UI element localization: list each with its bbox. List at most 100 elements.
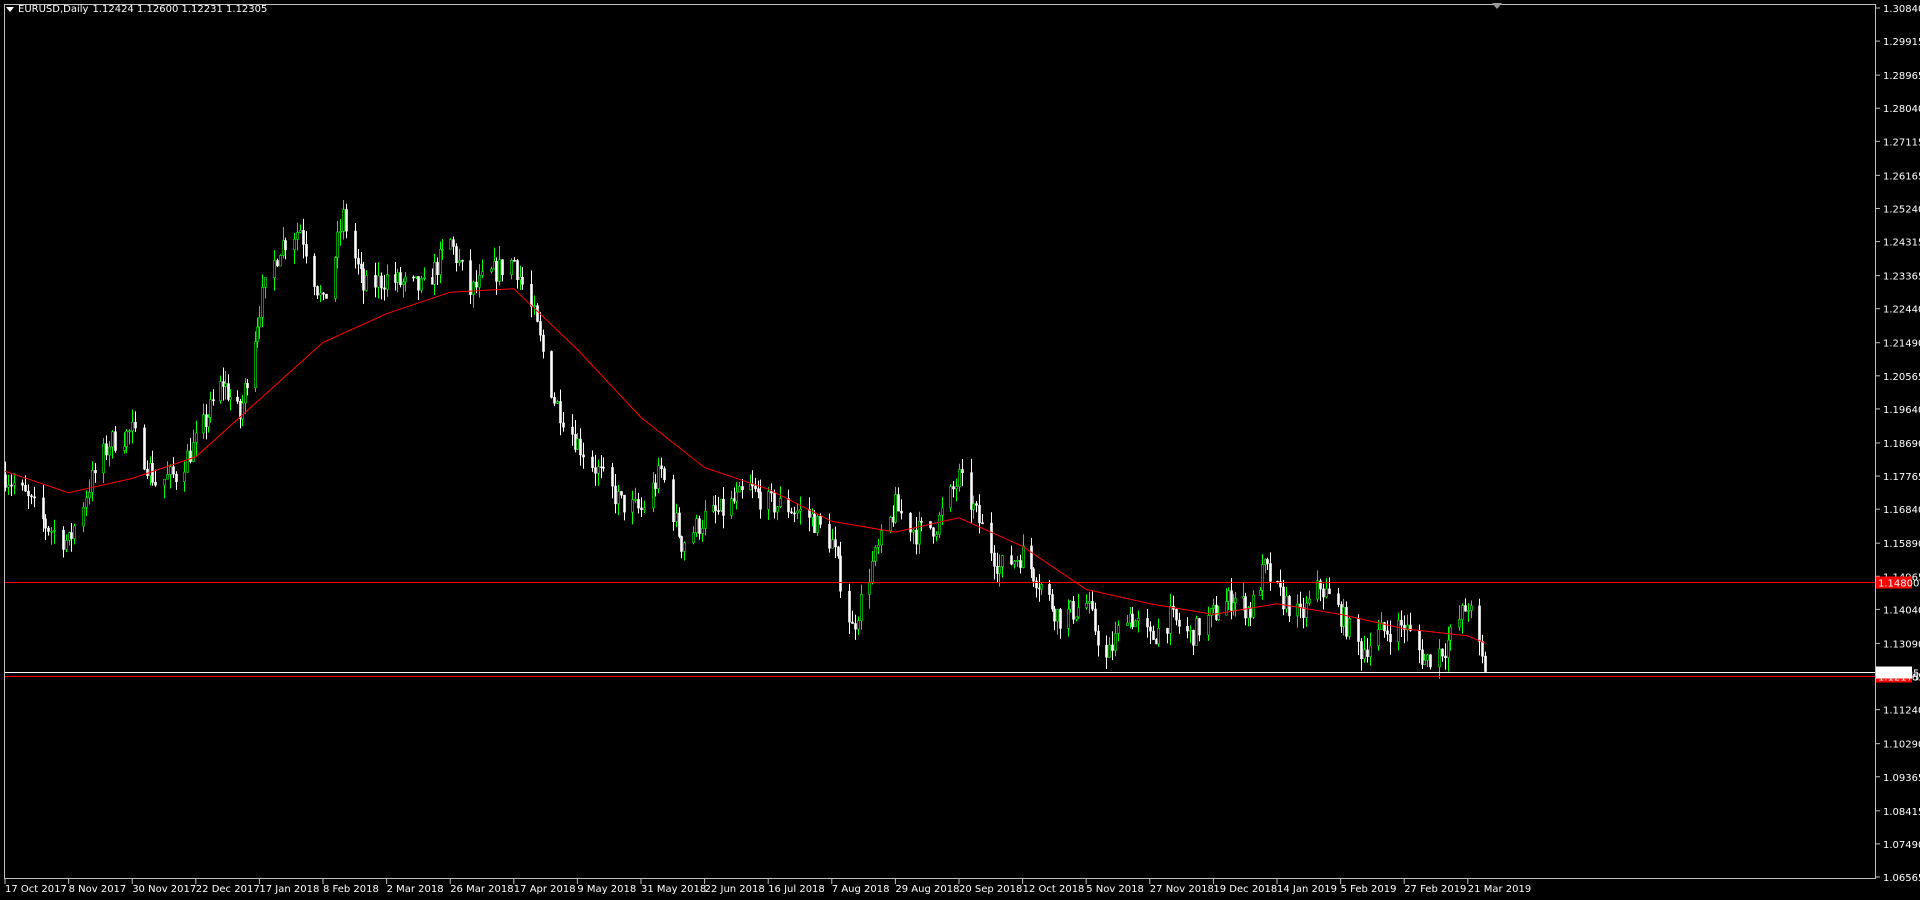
dropdown-triangle-icon[interactable] <box>6 7 14 12</box>
candle-body <box>33 496 36 499</box>
candle-body <box>1192 629 1195 646</box>
candle-body <box>1484 655 1487 672</box>
price-tick-label: 1.24315 <box>1883 238 1920 249</box>
candle-body <box>417 276 420 291</box>
candle-body <box>874 547 877 562</box>
candle-body <box>1072 600 1075 620</box>
candle-body <box>978 505 981 524</box>
candle-body <box>536 305 539 322</box>
candle-body <box>1316 580 1319 600</box>
candle-body <box>334 257 337 299</box>
price-tick-label: 1.08415 <box>1883 807 1920 818</box>
candle-body <box>222 381 225 387</box>
candle-body <box>1069 600 1072 610</box>
price-tick-label: 1.27115 <box>1883 137 1920 148</box>
candle-body <box>402 281 405 285</box>
candle-body <box>1470 605 1473 611</box>
candle-body <box>539 321 542 336</box>
price-tick-label: 1.10290 <box>1883 740 1920 751</box>
candle-body <box>692 532 695 544</box>
time-axis[interactable]: 17 Oct 2017 8 Nov 2017 30 Nov 2017 22 Dec 2… <box>4 879 1531 895</box>
candle-body <box>796 510 799 514</box>
candle-body <box>735 491 738 502</box>
candle-body <box>1022 545 1025 568</box>
candle-body <box>556 401 559 404</box>
candle-body <box>30 495 33 498</box>
time-tick-label: 17 Apr 2018 <box>514 884 576 895</box>
candle-body <box>993 552 996 567</box>
bid-line-label: 1.12305 <box>1878 669 1919 680</box>
candle-body <box>88 491 91 499</box>
candle-body <box>169 466 172 475</box>
candle-body <box>1178 619 1181 627</box>
candle-body <box>1337 593 1340 605</box>
candle-body <box>530 283 533 307</box>
candle-body <box>1247 607 1250 619</box>
candle-body <box>236 396 239 402</box>
candle-body <box>1048 584 1051 595</box>
candle-body <box>458 260 461 263</box>
candle-body <box>1423 659 1426 665</box>
candle-body <box>70 532 73 539</box>
candle-body <box>449 239 452 250</box>
candle-body <box>1244 596 1247 619</box>
candle-body <box>790 511 793 514</box>
candle-body <box>860 594 863 621</box>
candle-body <box>316 286 319 296</box>
candle-body <box>1227 590 1230 602</box>
candle-body <box>660 465 663 470</box>
candle-body <box>1252 594 1255 618</box>
candle-body <box>1302 607 1305 618</box>
candle-body <box>1157 628 1160 645</box>
candle-body <box>357 257 360 265</box>
candle-body <box>1189 629 1192 632</box>
horizontal-lines[interactable]: 1.148001.121751.12305 <box>5 576 1919 684</box>
plot-frame <box>4 4 1876 879</box>
candle-body <box>1175 609 1178 621</box>
candle-body <box>714 505 717 511</box>
chart-window[interactable]: 1.30840 1.29915 1.28965 1.28040 1.27115 1.261… <box>0 0 1920 900</box>
symbol-label: EURUSD,Daily <box>18 4 89 15</box>
chart-shift-marker-icon[interactable] <box>1492 3 1502 9</box>
candle-body <box>1105 644 1108 658</box>
price-axis[interactable]: 1.30840 1.29915 1.28965 1.28040 1.27115 1.261… <box>1875 4 1920 884</box>
candle-body <box>53 529 56 532</box>
candle-body <box>498 259 501 282</box>
price-chart[interactable]: 1.30840 1.29915 1.28965 1.28040 1.27115 1.261… <box>0 0 1920 900</box>
candle-body <box>396 272 399 283</box>
candle-body <box>149 463 152 476</box>
candle-body <box>13 482 16 486</box>
candle-body <box>293 239 296 251</box>
candle-body <box>108 446 111 456</box>
candle-body <box>44 518 47 529</box>
candle-body <box>131 421 134 432</box>
candle-body <box>10 484 13 487</box>
candle-body <box>1328 588 1331 595</box>
candle-body <box>377 275 380 288</box>
candle-body <box>975 503 978 506</box>
candle-body <box>1032 568 1035 582</box>
time-tick-label: 17 Oct 2017 <box>5 884 67 895</box>
candle-body <box>553 397 556 404</box>
candle-body <box>319 292 322 296</box>
candle-body <box>631 499 634 513</box>
candle-body <box>111 431 114 448</box>
candle-body <box>241 402 244 420</box>
candle-body <box>1019 560 1022 568</box>
symbol-header[interactable]: EURUSD,Daily 1.12424 1.12600 1.12231 1.1… <box>6 4 267 15</box>
candle-body <box>617 491 620 505</box>
candle-body <box>478 275 481 288</box>
candle-body <box>1126 622 1129 626</box>
price-tick-label: 1.29915 <box>1883 37 1920 48</box>
time-tick-label: 27 Nov 2018 <box>1150 884 1214 895</box>
candle-body <box>1363 649 1366 660</box>
price-tick-label: 1.17765 <box>1883 472 1920 483</box>
candle-body <box>1056 609 1059 622</box>
time-tick-label: 8 Feb 2018 <box>323 884 379 895</box>
price-tick-label: 1.18690 <box>1883 439 1920 450</box>
candle-body <box>65 540 68 550</box>
candle-body <box>1461 605 1464 620</box>
candle-body <box>365 275 368 291</box>
candle-body <box>143 427 146 470</box>
candle-body <box>1051 594 1054 610</box>
